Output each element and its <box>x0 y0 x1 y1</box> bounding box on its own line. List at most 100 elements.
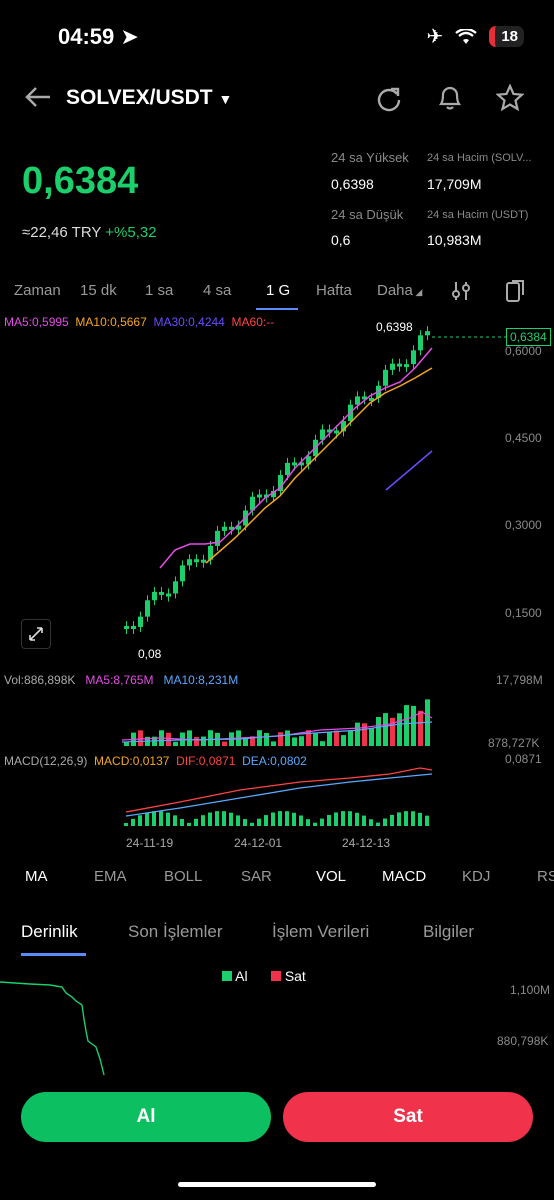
macd-bar <box>397 812 401 826</box>
volume-bar <box>376 717 381 746</box>
volume-bar <box>348 730 353 746</box>
macd-bar <box>348 811 352 826</box>
date-label-3: 24-12-13 <box>342 836 391 850</box>
candle <box>131 626 136 629</box>
candle <box>404 364 409 368</box>
status-icons: ✈ 18 <box>427 24 524 49</box>
macd-bar <box>187 822 191 826</box>
volume-bar <box>341 735 346 746</box>
ma10-line <box>205 367 433 564</box>
section-underline <box>21 953 86 956</box>
macd-bar <box>138 815 142 826</box>
high-marker: 0,6398 <box>376 320 413 334</box>
candle <box>397 363 402 367</box>
tab-depth[interactable]: Derinlik <box>21 922 78 942</box>
ind-rsi[interactable]: RS <box>537 868 554 885</box>
refresh-icon[interactable] <box>376 86 402 112</box>
macd-bar <box>355 812 359 826</box>
volume-bar <box>208 730 213 746</box>
last-price: 0,6384 <box>22 160 139 202</box>
candle <box>425 331 430 336</box>
vol-quote-value: 10,983M <box>427 232 482 248</box>
low-value: 0,6 <box>331 232 351 248</box>
ind-ema[interactable]: EMA <box>94 868 127 885</box>
tab-info[interactable]: Bilgiler <box>423 922 474 942</box>
fullscreen-button[interactable] <box>21 619 51 649</box>
ma30-line <box>385 450 433 491</box>
tab-recent-trades[interactable]: Son İşlemler <box>128 922 222 942</box>
ind-boll[interactable]: BOLL <box>164 868 202 885</box>
axis-label-2: 0,4500 <box>505 431 542 445</box>
axis-label-4: 0,1500 <box>505 606 542 620</box>
macd-bar <box>159 811 163 826</box>
volume-bar <box>187 730 192 746</box>
candle <box>187 559 192 566</box>
volume-bar <box>355 722 360 746</box>
tab-time[interactable]: Zaman <box>14 282 61 299</box>
back-arrow-icon[interactable] <box>24 86 52 108</box>
ind-kdj[interactable]: KDJ <box>462 868 490 885</box>
ind-vol[interactable]: VOL <box>316 868 346 885</box>
volume-bar <box>124 742 129 746</box>
buy-button[interactable]: Al <box>21 1092 271 1142</box>
candle <box>383 369 388 386</box>
date-label-2: 24-12-01 <box>234 836 283 850</box>
caret-down-icon: ▼ <box>218 91 233 107</box>
pair-selector[interactable]: SOLVEX/USDT ▼ <box>66 86 232 110</box>
macd-bar <box>390 814 394 826</box>
tab-15m[interactable]: 15 dk <box>80 282 117 299</box>
candle <box>215 530 220 546</box>
candle <box>159 591 164 595</box>
sell-button[interactable]: Sat <box>283 1092 533 1142</box>
candle <box>180 565 185 582</box>
ind-macd[interactable]: MACD <box>382 868 426 885</box>
expand-icon <box>29 627 43 641</box>
candlestick-chart[interactable] <box>0 318 554 678</box>
macd-bar <box>327 815 331 826</box>
candle <box>138 616 143 627</box>
macd-bar <box>173 815 177 826</box>
price-sub: ≈22,46 TRY +%5,32 <box>22 224 157 241</box>
volume-axis-top: 17,798M <box>496 673 543 687</box>
volume-bar <box>390 717 395 746</box>
macd-bar <box>306 819 310 826</box>
star-icon[interactable] <box>496 84 524 112</box>
tab-1d[interactable]: 1 G <box>266 282 290 299</box>
ind-ma[interactable]: MA <box>25 868 48 885</box>
macd-bar <box>257 818 261 826</box>
macd-bar <box>285 811 289 826</box>
depth-axis-mid: 880,798K <box>497 1034 549 1048</box>
macd-bar <box>320 818 324 826</box>
depth-legend: Al Sat <box>222 968 306 984</box>
candle <box>145 600 150 617</box>
macd-bar <box>362 815 366 826</box>
candle <box>411 350 416 365</box>
tab-more[interactable]: Daha ◢ <box>377 282 422 299</box>
volume-bar <box>278 732 283 746</box>
macd-bar <box>208 812 212 826</box>
macd-bar <box>229 812 233 826</box>
volume-axis-bottom: 878,727K <box>488 736 540 750</box>
macd-chart <box>124 767 433 826</box>
switch-chart-icon[interactable] <box>504 279 526 303</box>
tab-4h[interactable]: 4 sa <box>203 282 231 299</box>
macd-bar <box>383 818 387 826</box>
volume-bar <box>222 741 227 746</box>
settings-sliders-icon[interactable] <box>450 280 472 302</box>
volume-bar <box>383 713 388 746</box>
ind-sar[interactable]: SAR <box>241 868 272 885</box>
high-label: 24 sa Yüksek <box>331 150 409 165</box>
macd-bar <box>341 811 345 826</box>
macd-bar <box>180 818 184 826</box>
airplane-icon: ✈ <box>426 26 444 48</box>
tab-week[interactable]: Hafta <box>316 282 352 299</box>
date-label-1: 24-11-19 <box>126 836 174 850</box>
volume-bar <box>166 732 171 746</box>
macd-bar <box>250 822 254 826</box>
candle <box>222 526 227 531</box>
bell-icon[interactable] <box>437 84 463 112</box>
tab-trade-data[interactable]: İşlem Verileri <box>272 922 369 942</box>
volume-bar <box>285 730 290 746</box>
macd-bar <box>369 819 373 826</box>
tab-1h[interactable]: 1 sa <box>145 282 173 299</box>
